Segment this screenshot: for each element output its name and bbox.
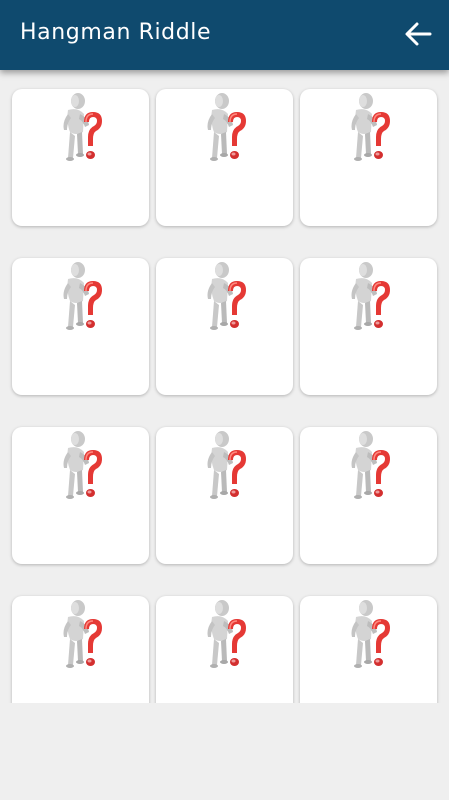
level-card[interactable] — [156, 258, 293, 395]
question-figure-icon — [202, 261, 250, 333]
level-card[interactable] — [300, 258, 437, 395]
level-card[interactable] — [156, 596, 293, 703]
level-card[interactable] — [300, 89, 437, 226]
question-figure-icon — [58, 430, 106, 502]
question-figure-icon — [346, 261, 394, 333]
level-card[interactable] — [156, 427, 293, 564]
level-card[interactable] — [12, 258, 149, 395]
page-title: Hangman Riddle — [20, 20, 212, 45]
question-figure-icon — [58, 92, 106, 164]
level-card[interactable] — [12, 89, 149, 226]
question-figure-icon — [346, 92, 394, 164]
level-card[interactable] — [12, 427, 149, 564]
arrow-left-icon — [405, 22, 432, 46]
question-figure-icon — [58, 599, 106, 671]
level-grid-viewport — [0, 70, 449, 703]
level-card[interactable] — [156, 89, 293, 226]
level-card[interactable] — [12, 596, 149, 703]
question-figure-icon — [346, 599, 394, 671]
question-figure-icon — [346, 430, 394, 502]
question-figure-icon — [202, 430, 250, 502]
question-figure-icon — [58, 261, 106, 333]
level-grid — [12, 89, 437, 703]
question-figure-icon — [202, 599, 250, 671]
app-bar: Hangman Riddle — [0, 0, 449, 70]
level-card[interactable] — [300, 427, 437, 564]
question-figure-icon — [202, 92, 250, 164]
back-button[interactable] — [401, 17, 435, 51]
level-card[interactable] — [300, 596, 437, 703]
